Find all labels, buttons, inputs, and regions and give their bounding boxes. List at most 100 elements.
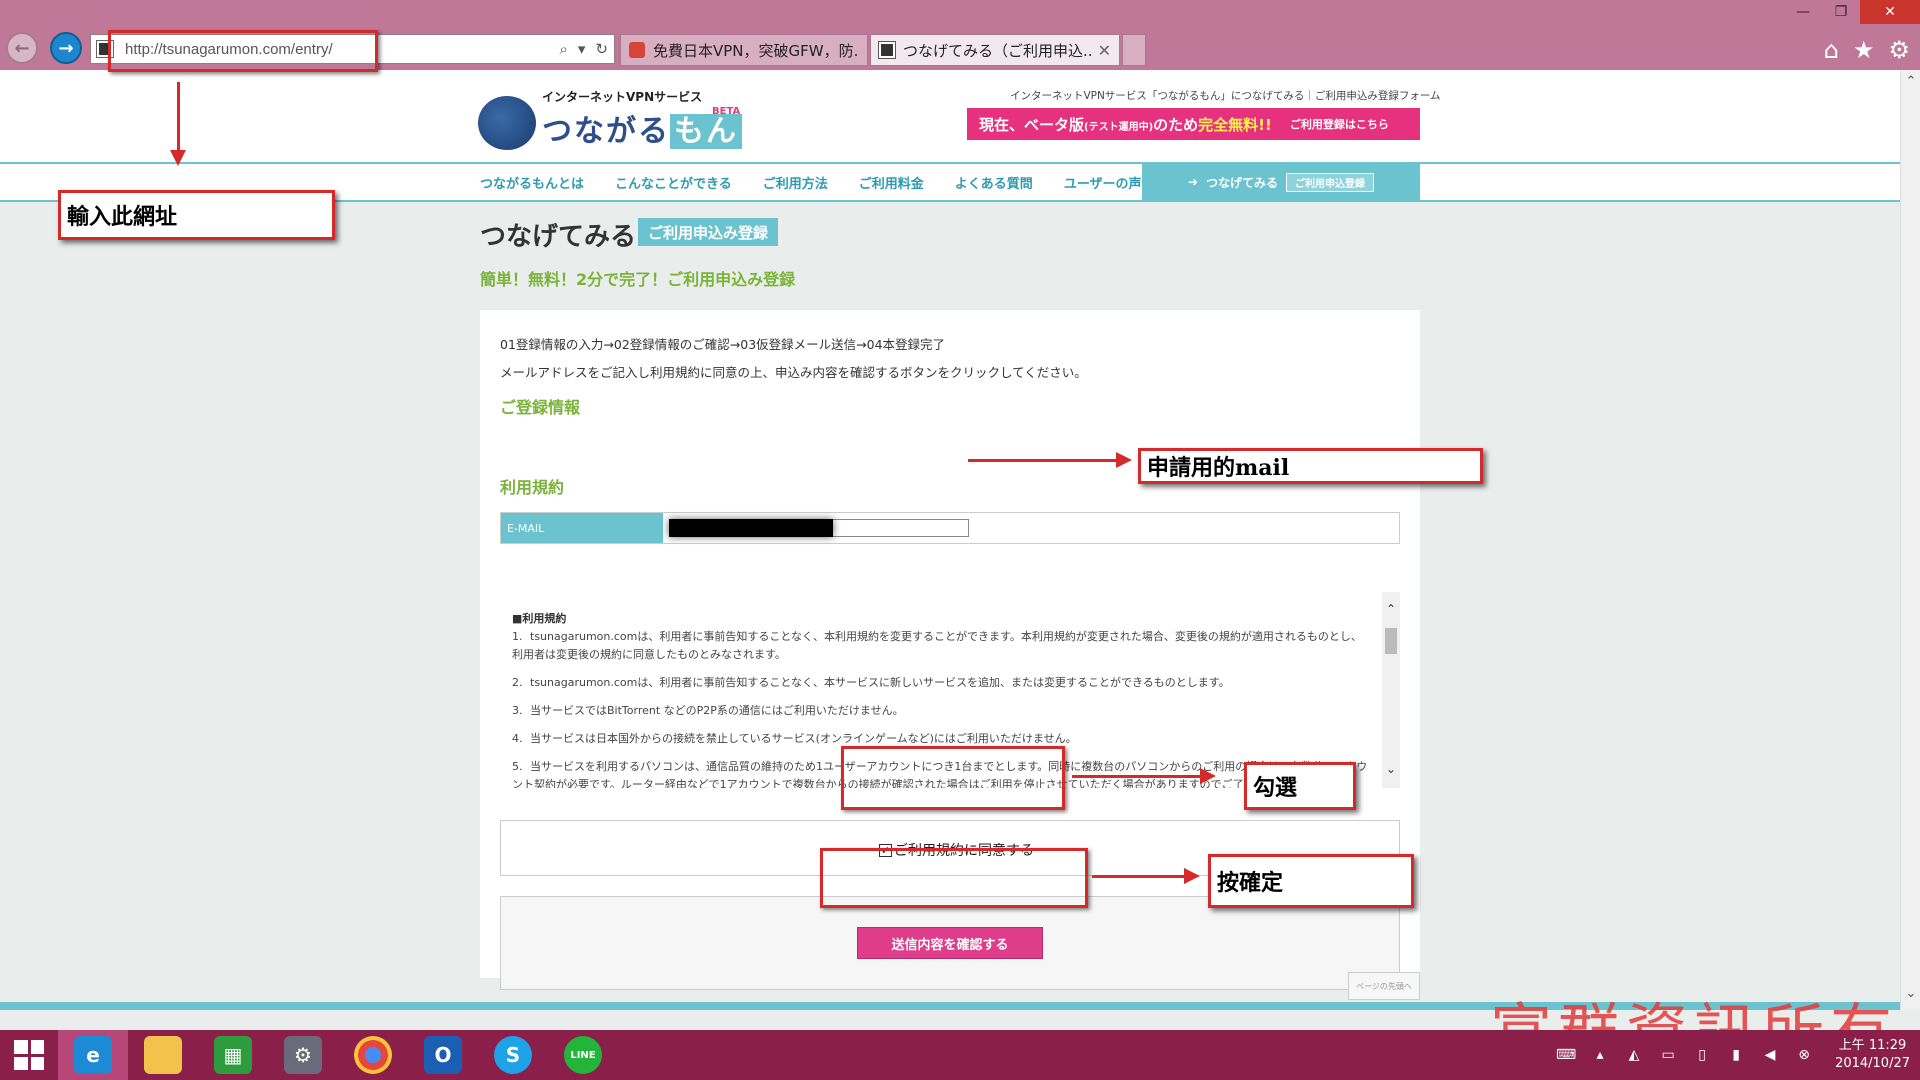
tab-vpn-article[interactable]: 免費日本VPN，突破GFW，防... (620, 34, 868, 66)
back-button[interactable]: ← (6, 32, 38, 64)
scroll-down-icon[interactable]: ⌄ (1382, 762, 1400, 776)
outlook-icon: O (424, 1036, 462, 1074)
gear-icon[interactable]: ⚙ (1888, 36, 1910, 64)
annotation-url-highlight (108, 30, 378, 72)
page-title: つなげてみる (480, 222, 637, 252)
taskbar: e ▦ ⚙ O S LINE ⌨ ▴ ◭ ▭ ▯ ▮ ◀ ⊗ 上午 11:29 … (0, 1030, 1920, 1080)
banner-register-link[interactable]: ご利用登録はこちら (1290, 116, 1389, 132)
title-badge: ご利用申込み登録 (638, 218, 779, 246)
confirm-submit-button[interactable]: 送信内容を確認する (857, 927, 1043, 959)
terms-scrollbar[interactable]: ⌃ ⌄ (1382, 592, 1400, 788)
display-icon[interactable]: ▭ (1657, 1047, 1679, 1063)
window-controls: — ❐ ✕ (1784, 0, 1920, 24)
page-subtitle: 簡単！無料！2分で完了！ご利用申込み登録 (480, 270, 796, 289)
taskbar-chrome[interactable] (338, 1030, 408, 1080)
minimize-button[interactable]: — (1784, 0, 1822, 24)
refresh-icon[interactable]: ↻ (595, 40, 608, 58)
nav-item-usage[interactable]: ご利用方法 (763, 173, 828, 192)
taskbar-outlook[interactable]: O (408, 1030, 478, 1080)
site-header: インターネットVPNサービス つながる もん BETA インターネットVPNサービ… (0, 70, 1900, 162)
annotation-url-label: 輸入此網址 (58, 190, 335, 240)
line-icon: LINE (564, 1036, 602, 1074)
nav-item-pricing[interactable]: ご利用料金 (859, 173, 924, 192)
section-heading-terms: 利用規約 (500, 478, 565, 497)
restore-button[interactable]: ❐ (1822, 0, 1860, 24)
nav-cta-label: つなげてみる (1206, 175, 1279, 190)
windows-logo-icon (14, 1040, 44, 1070)
terms-item: 3. 当サービスではBitTorrent などのP2P系の通信にはご利用いただけま… (512, 704, 904, 717)
tab-tsunagarumon[interactable]: つなげてみる（ご利用申込... ✕ (870, 34, 1120, 66)
nav-item-about[interactable]: つながるもんとは (480, 173, 584, 192)
terms-title: ■利用規約 (512, 612, 567, 625)
chrome-icon (354, 1036, 392, 1074)
annotation-checkbox-highlight (841, 746, 1065, 810)
close-tab-icon[interactable]: ✕ (1098, 41, 1111, 60)
clock-time: 上午 11:29 (1838, 1038, 1907, 1053)
home-icon[interactable]: ⌂ (1824, 36, 1839, 64)
signal-icon[interactable]: ▮ (1725, 1047, 1747, 1063)
email-label: E-MAIL (501, 513, 663, 543)
new-tab-button[interactable] (1122, 34, 1146, 66)
nav-item-voices[interactable]: ユーザーの声 (1064, 173, 1142, 192)
section-heading-info: ご登録情報 (500, 398, 581, 417)
annotation-mail-label: 申請用的mail (1138, 448, 1483, 484)
search-icon[interactable]: ⌕ (559, 40, 567, 58)
terms-scroll-thumb[interactable] (1385, 628, 1397, 654)
page-top-link[interactable]: ページの先頭へ (1348, 972, 1420, 1000)
nav-cta-badge: ご利用申込登録 (1286, 172, 1375, 192)
scroll-down-icon[interactable]: ⌄ (1901, 986, 1920, 1006)
battery-icon[interactable]: ▯ (1691, 1047, 1713, 1063)
clock[interactable]: 上午 11:29 2014/10/27 (1835, 1037, 1910, 1073)
back-icon: ← (14, 37, 30, 59)
annotation-button-highlight (820, 848, 1088, 908)
scroll-up-icon[interactable]: ⌃ (1901, 74, 1920, 94)
step-indicator: 01登録情報の入力→02登録情報のご確認→03仮登録メール送信→04本登録完了 (500, 337, 946, 352)
network-app-icon[interactable]: ◭ (1623, 1047, 1645, 1063)
start-button[interactable] (0, 1030, 58, 1080)
annotation-arrow (170, 82, 186, 166)
tab-title: つなげてみる（ご利用申込... (903, 41, 1092, 60)
forward-icon: → (58, 37, 74, 59)
notification-icon[interactable]: ⊗ (1793, 1047, 1815, 1063)
nav-item-register[interactable]: ➜ つなげてみる ご利用申込登録 (1142, 162, 1420, 202)
keyboard-icon[interactable]: ⌨ (1555, 1047, 1577, 1063)
skype-icon: S (494, 1036, 532, 1074)
forward-button[interactable]: → (50, 32, 82, 64)
mascot-icon (478, 96, 536, 150)
settings-icon: ⚙ (284, 1036, 322, 1074)
taskbar-skype[interactable]: S (478, 1030, 548, 1080)
tab-favicon-icon (629, 42, 645, 58)
star-icon[interactable]: ★ (1853, 36, 1875, 64)
volume-icon[interactable]: ◀ (1759, 1047, 1781, 1063)
annotation-arrow (968, 452, 1132, 468)
close-button[interactable]: ✕ (1860, 0, 1920, 24)
site-logo[interactable]: インターネットVPNサービス つながる もん BETA (478, 86, 748, 156)
terms-item: 1. tsunagarumon.comは、利用者に事前告知することなく、本利用規約… (512, 630, 1362, 661)
dropdown-icon[interactable]: ▾ (578, 40, 586, 58)
annotation-arrow (1092, 868, 1200, 884)
banner-text: 現在、ベータ版(テスト運用中)のため完全無料!! (979, 115, 1272, 134)
annotation-confirm-label: 按確定 (1208, 854, 1414, 908)
folder-icon (144, 1036, 182, 1074)
email-row: E-MAIL (500, 512, 1400, 544)
taskbar-line[interactable]: LINE (548, 1030, 618, 1080)
taskbar-settings[interactable]: ⚙ (268, 1030, 338, 1080)
terms-item: 2. tsunagarumon.comは、利用者に事前告知することなく、本サービス… (512, 676, 1230, 689)
store-icon: ▦ (214, 1036, 252, 1074)
beta-badge: BETA (712, 106, 741, 117)
instruction-text: メールアドレスをご記入し利用規約に同意の上、申込み内容を確認するボタンをクリック… (500, 365, 1087, 380)
tab-title: 免費日本VPN，突破GFW，防... (653, 41, 859, 60)
free-banner[interactable]: 現在、ベータ版(テスト運用中)のため完全無料!! ご利用登録はこちら (967, 108, 1420, 140)
nav-item-faq[interactable]: よくある質問 (955, 173, 1033, 192)
nav-item-features[interactable]: こんなことができる (615, 173, 732, 192)
show-hidden-icon[interactable]: ▴ (1589, 1047, 1611, 1063)
clock-date: 2014/10/27 (1835, 1056, 1910, 1071)
tab-favicon-icon (878, 41, 896, 59)
taskbar-explorer[interactable] (128, 1030, 198, 1080)
logo-text-main: つながる (542, 114, 670, 149)
taskbar-ie[interactable]: e (58, 1030, 128, 1080)
taskbar-store[interactable]: ▦ (198, 1030, 268, 1080)
annotation-arrow (1072, 768, 1216, 784)
scroll-up-icon[interactable]: ⌃ (1382, 602, 1400, 616)
page-scrollbar[interactable]: ⌃ ⌄ (1900, 70, 1920, 1010)
